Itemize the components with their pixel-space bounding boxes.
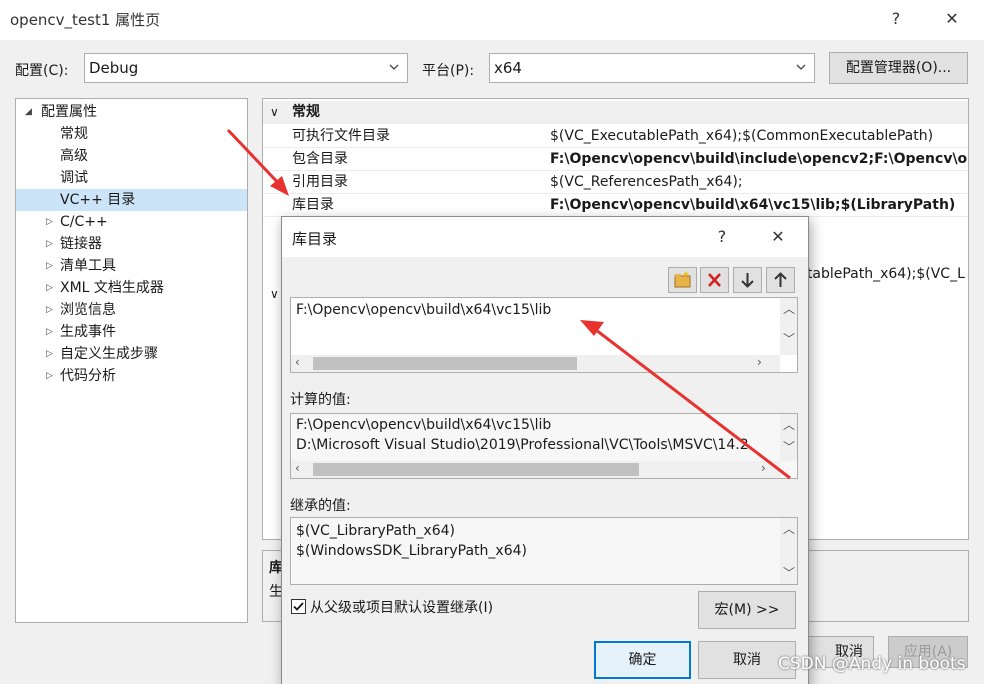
annotation-arrows xyxy=(226,128,791,480)
annotation-arrow-1 xyxy=(226,128,289,196)
watermark: CSDN @Andy in boots xyxy=(778,654,966,674)
annotation-arrow-2 xyxy=(580,320,791,480)
